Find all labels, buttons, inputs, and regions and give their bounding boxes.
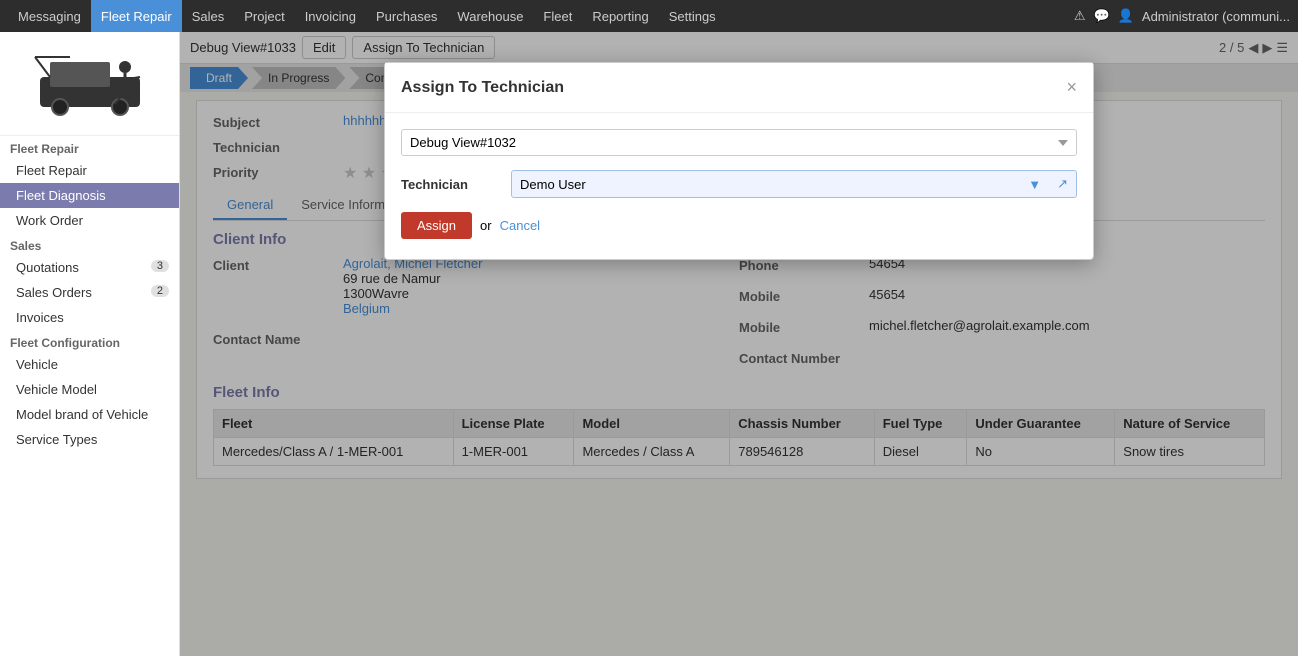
nav-reporting[interactable]: Reporting xyxy=(582,0,658,32)
sidebar-section-sales: Sales xyxy=(0,233,179,255)
modal-title: Assign To Technician xyxy=(401,79,564,97)
sidebar-item-invoices[interactable]: Invoices xyxy=(0,305,179,330)
modal-header: Assign To Technician × xyxy=(385,63,1093,113)
assign-technician-modal: Assign To Technician × Debug View#1032 T… xyxy=(384,62,1094,260)
nav-fleet-repair[interactable]: Fleet Repair xyxy=(91,0,182,32)
or-text: or xyxy=(480,218,492,233)
sidebar-item-work-order[interactable]: Work Order xyxy=(0,208,179,233)
nav-sales[interactable]: Sales xyxy=(182,0,235,32)
modal-technician-dropdown-icon[interactable]: ▼ xyxy=(1020,172,1049,197)
sidebar-item-fleet-diagnosis[interactable]: Fleet Diagnosis xyxy=(0,183,179,208)
sidebar-item-fleet-repair[interactable]: Fleet Repair xyxy=(0,158,179,183)
nav-project[interactable]: Project xyxy=(234,0,294,32)
modal-actions: Assign or Cancel xyxy=(401,212,1077,243)
modal-record-dropdown-row: Debug View#1032 xyxy=(401,129,1077,156)
modal-technician-input[interactable] xyxy=(512,172,1020,197)
sidebar-item-model-brand[interactable]: Model brand of Vehicle xyxy=(0,402,179,427)
sidebar: Fleet Repair Fleet Repair Fleet Diagnosi… xyxy=(0,32,180,656)
modal-technician-row: Technician ▼ ↗ xyxy=(401,170,1077,198)
quotations-badge: 3 xyxy=(151,260,169,272)
cancel-button[interactable]: Cancel xyxy=(500,218,540,233)
nav-settings[interactable]: Settings xyxy=(659,0,726,32)
nav-fleet[interactable]: Fleet xyxy=(533,0,582,32)
sidebar-section-fleet-config: Fleet Configuration xyxy=(0,330,179,352)
modal-technician-input-wrap: ▼ ↗ xyxy=(511,170,1077,198)
nav-warehouse[interactable]: Warehouse xyxy=(447,0,533,32)
modal-body: Debug View#1032 Technician ▼ ↗ Assign xyxy=(385,113,1093,259)
modal-technician-external-link-icon[interactable]: ↗ xyxy=(1049,171,1076,197)
sidebar-logo xyxy=(0,32,179,136)
modal-technician-label: Technician xyxy=(401,177,501,192)
chat-icon[interactable]: 💬 xyxy=(1094,8,1110,24)
sidebar-item-quotations[interactable]: Quotations 3 xyxy=(0,255,179,280)
sidebar-item-service-types[interactable]: Service Types xyxy=(0,427,179,452)
sidebar-item-vehicle-model[interactable]: Vehicle Model xyxy=(0,377,179,402)
nav-purchases[interactable]: Purchases xyxy=(366,0,447,32)
nav-right-area: ⚠ 💬 👤 Administrator (communi... xyxy=(1074,8,1290,24)
nav-messaging[interactable]: Messaging xyxy=(8,0,91,32)
sidebar-section-fleet-repair: Fleet Repair xyxy=(0,136,179,158)
user-icon[interactable]: 👤 xyxy=(1118,8,1134,24)
modal-record-select[interactable]: Debug View#1032 xyxy=(401,129,1077,156)
sidebar-item-sales-orders[interactable]: Sales Orders 2 xyxy=(0,280,179,305)
top-nav-bar: Messaging Fleet Repair Sales Project Inv… xyxy=(0,0,1298,32)
assign-button[interactable]: Assign xyxy=(401,212,472,239)
admin-label: Administrator (communi... xyxy=(1142,9,1290,24)
alert-icon[interactable]: ⚠ xyxy=(1074,8,1086,24)
main-content: Debug View#1033 Edit Assign To Technicia… xyxy=(180,32,1298,656)
modal-close-button[interactable]: × xyxy=(1066,77,1077,98)
sidebar-item-vehicle[interactable]: Vehicle xyxy=(0,352,179,377)
sales-orders-badge: 2 xyxy=(151,285,169,297)
main-layout: Fleet Repair Fleet Repair Fleet Diagnosi… xyxy=(0,32,1298,656)
modal-overlay: Assign To Technician × Debug View#1032 T… xyxy=(180,32,1298,656)
nav-invoicing[interactable]: Invoicing xyxy=(295,0,366,32)
